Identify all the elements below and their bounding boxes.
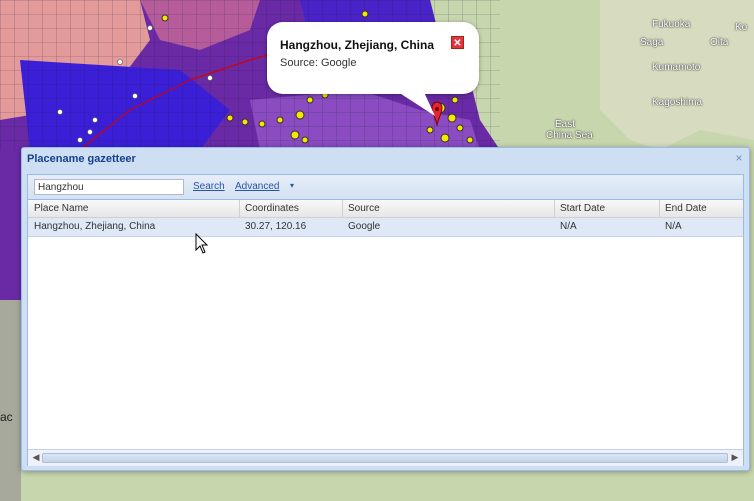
grid-header: Place Name Coordinates Source Start Date… [28,200,743,218]
cell-source: Google [348,221,381,232]
map-label-fukuoka: Fukuoka [652,19,691,30]
column-header-end-date[interactable]: End Date [665,203,707,214]
scroll-left-icon[interactable]: ◀ [31,452,41,463]
column-header-start-date[interactable]: Start Date [560,203,605,214]
map-label-saga: Saga [640,37,664,48]
map-label-kagoshima: Kagoshima [652,97,703,108]
info-bubble-close-button[interactable]: ✕ [451,36,464,49]
search-toolbar: Search Advanced ▾ [28,175,743,200]
advanced-button[interactable]: Advanced [235,181,279,192]
map-label-oita: Oita [710,37,729,48]
map-label-east: East [555,119,576,130]
cell-start-date: N/A [560,221,577,232]
horizontal-scrollbar[interactable]: ◀ ▶ [28,449,743,466]
gazetteer-window: Placename gazetteer × Search Advanced ▾ … [21,147,750,471]
window-header[interactable]: Placename gazetteer × [22,148,749,170]
map-label-edge: ac [0,410,13,424]
search-input[interactable] [34,179,184,195]
window-close-icon[interactable]: × [733,152,745,164]
chevron-down-icon[interactable]: ▾ [290,181,294,190]
info-bubble-tail [395,90,435,116]
column-divider[interactable] [554,200,555,217]
search-button[interactable]: Search [193,181,225,192]
mouse-cursor-icon [195,233,209,254]
cell-coordinates: 30.27, 120.16 [245,221,307,232]
column-header-source[interactable]: Source [348,203,380,214]
scroll-right-icon[interactable]: ▶ [730,452,740,463]
column-header-place-name[interactable]: Place Name [34,203,88,214]
column-divider[interactable] [342,200,343,217]
scroll-thumb[interactable] [42,453,728,463]
window-body: Search Advanced ▾ Place Name Coordinates… [27,174,744,466]
column-divider[interactable] [659,200,660,217]
map-label-ko: Ko [735,22,748,33]
column-header-coordinates[interactable]: Coordinates [245,203,299,214]
cell-end-date: N/A [665,221,682,232]
window-title: Placename gazetteer [27,153,136,165]
map-label-kumamoto: Kumamoto [652,62,701,73]
info-bubble: Hangzhou, Zhejiang, China Source: Google… [267,22,479,94]
cell-place-name: Hangzhou, Zhejiang, China [34,221,156,232]
column-divider[interactable] [239,200,240,217]
info-bubble-title: Hangzhou, Zhejiang, China [280,38,434,52]
table-row[interactable]: Hangzhou, Zhejiang, China 30.27, 120.16 … [28,218,743,237]
info-bubble-source: Source: Google [280,57,357,69]
map-label-china-sea: China Sea [546,130,593,141]
